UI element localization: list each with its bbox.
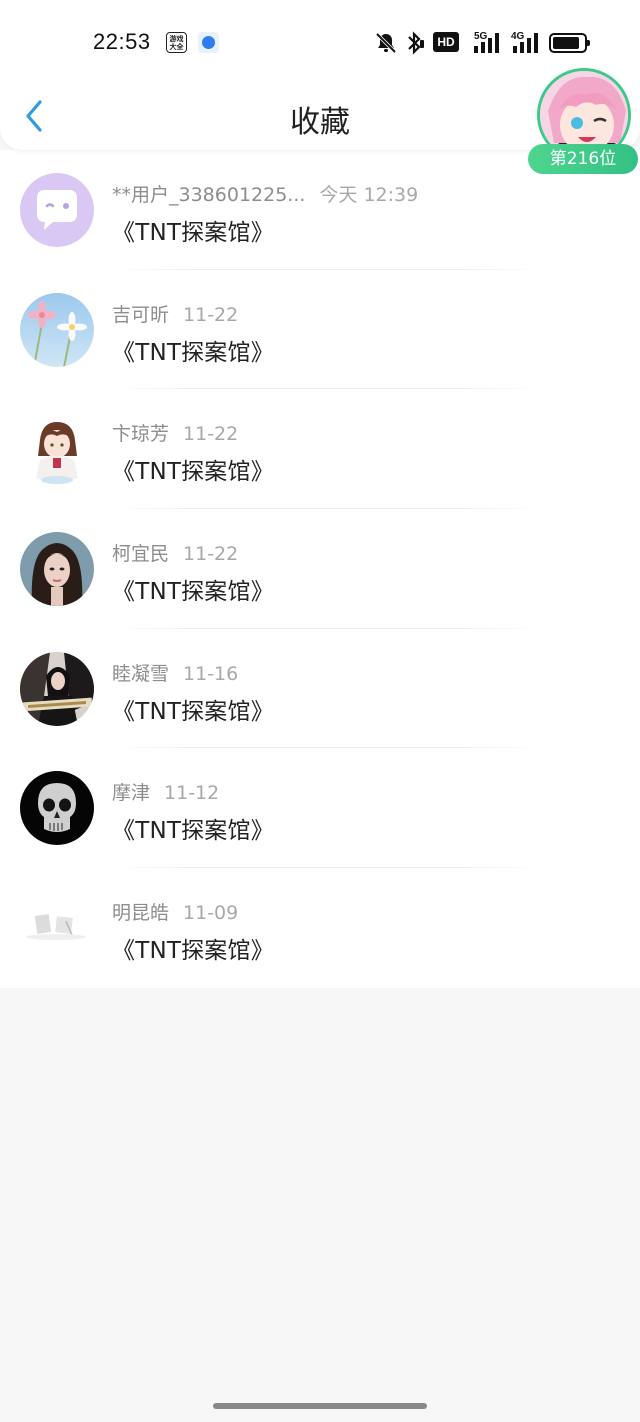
item-title: 《TNT探案馆》	[112, 339, 274, 366]
battery-icon	[549, 33, 590, 53]
item-time: 11-16	[183, 662, 239, 685]
list-item[interactable]: 明昆皓 11-09 《TNT探案馆》	[0, 868, 640, 988]
item-time: 11-12	[164, 782, 220, 805]
item-user: 明昆皓	[112, 902, 170, 925]
sketch-avatar	[20, 891, 94, 966]
item-title: 《TNT探案馆》	[112, 938, 274, 965]
list-item[interactable]: 柯宜民 11-22 《TNT探案馆》	[0, 509, 640, 629]
svg-text:5G: 5G	[474, 31, 488, 42]
list-item[interactable]: 吉可昕 11-22 《TNT探案馆》	[0, 270, 640, 390]
flowers-avatar	[20, 292, 94, 367]
item-meta: 睦凝雪 11-16	[112, 659, 238, 686]
list-item[interactable]: 摩津 11-12 《TNT探案馆》	[0, 748, 640, 869]
browser-app-icon	[198, 32, 219, 53]
item-time: 11-22	[183, 423, 239, 446]
list-item[interactable]: 睦凝雪 11-16 《TNT探案馆》	[0, 629, 640, 749]
bluetooth-icon	[403, 31, 425, 59]
favorites-list: **用户_338601225... 今天 12:39 《TNT探案馆》 吉可昕 11…	[0, 150, 640, 988]
item-time: 今天 12:39	[319, 184, 419, 206]
anime-girl-avatar	[20, 412, 94, 487]
item-time: 11-22	[183, 303, 239, 326]
item-user: 吉可昕	[112, 303, 170, 326]
signal-4g-icon: 4G	[509, 29, 543, 59]
mute-bell-icon	[375, 32, 397, 58]
svg-text:4G: 4G	[511, 31, 525, 42]
status-time: 22:53	[93, 29, 151, 54]
hd-icon: HD	[433, 32, 459, 52]
item-meta: 柯宜民 11-22	[112, 539, 238, 566]
item-meta: 吉可昕 11-22	[112, 300, 238, 327]
rank-widget[interactable]: 第216位	[528, 66, 640, 176]
list-item[interactable]: 卞琼芳 11-22 《TNT探案馆》	[0, 389, 640, 510]
item-user: 摩津	[112, 782, 151, 805]
item-user: 睦凝雪	[112, 662, 170, 685]
item-time: 11-22	[183, 543, 239, 566]
item-title: 《TNT探案馆》	[112, 220, 274, 246]
item-user: **用户_338601225...	[112, 184, 306, 206]
dark-photo-avatar	[20, 651, 94, 726]
item-meta: 明昆皓 11-09	[112, 898, 238, 925]
item-meta: **用户_338601225... 今天 12:39	[112, 180, 418, 207]
home-indicator[interactable]	[213, 1403, 427, 1409]
item-meta: 摩津 11-12	[112, 778, 219, 805]
item-time: 11-09	[183, 902, 239, 925]
item-title: 《TNT探案馆》	[112, 818, 274, 845]
rank-badge: 第216位	[528, 144, 638, 174]
item-meta: 卞琼芳 11-22	[112, 419, 238, 446]
item-user: 柯宜民	[112, 543, 170, 566]
item-title: 《TNT探案馆》	[112, 579, 274, 606]
chat-bubble-avatar	[20, 173, 94, 247]
item-user: 卞琼芳	[112, 423, 170, 446]
game-center-app-icon: 游戏大全	[166, 32, 187, 53]
item-title: 《TNT探案馆》	[112, 459, 274, 486]
skull-avatar	[20, 771, 94, 846]
woman-portrait-avatar	[20, 532, 94, 607]
signal-5g-icon: 5G	[466, 29, 502, 59]
item-title: 《TNT探案馆》	[112, 698, 274, 725]
